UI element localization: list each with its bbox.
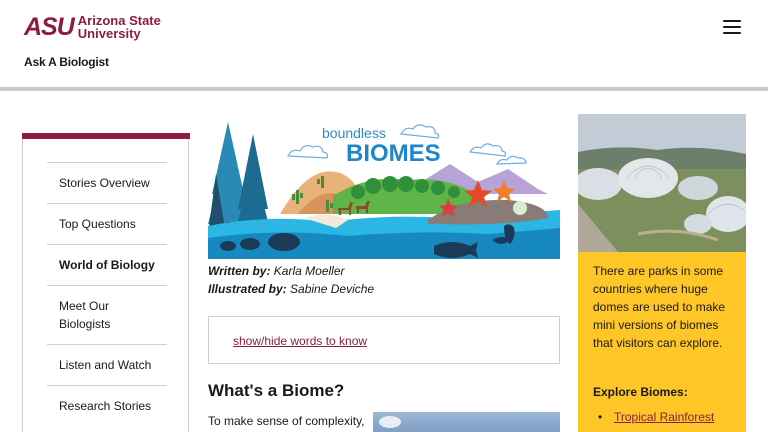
illustrated-by-label: Illustrated by: — [208, 282, 287, 296]
sidebar-item-label: Meet Our Biologists — [59, 299, 111, 331]
sidebar-item-label: World of Biology — [59, 258, 155, 272]
asu-logo[interactable]: ASU Arizona State University — [24, 14, 161, 40]
sidebar-item-listen-and-watch[interactable]: Listen and Watch — [47, 344, 167, 385]
illustrator-name: Sabine Deviche — [290, 282, 375, 296]
sidebar-item-label: Stories Overview — [59, 176, 150, 190]
site-header: ASU Arizona State University Ask A Biolo… — [0, 0, 768, 87]
boundless-biomes-banner: boundless BIOMES — [208, 122, 560, 259]
eden-domes-photo — [578, 114, 746, 252]
logo-mark: ASU — [24, 12, 75, 41]
logo-wordmark: Arizona State University — [78, 14, 161, 40]
intro-paragraph: To make sense of complexity, — [208, 414, 365, 428]
sidebar-item-label: Listen and Watch — [59, 358, 152, 372]
sidebar-item-top-questions[interactable]: Top Questions — [47, 203, 167, 244]
words-to-know-box: show/hide words to know — [208, 316, 560, 364]
sidebar-accent-bar — [22, 133, 190, 139]
site-title[interactable]: Ask A Biologist — [24, 55, 109, 69]
header-divider — [0, 87, 768, 91]
sidebar-item-world-of-biology[interactable]: World of Biology — [47, 244, 167, 285]
hamburger-menu-icon[interactable] — [723, 20, 741, 36]
shell — [513, 201, 527, 215]
sidebar-item-label: Top Questions — [59, 217, 136, 231]
banner-title-small: boundless — [322, 125, 386, 141]
biome-link-tropical-rainforest[interactable]: Tropical Rainforest — [598, 408, 714, 426]
section-heading: What's a Biome? — [208, 381, 345, 400]
logo-line-2: University — [77, 26, 141, 41]
author-name: Karla Moeller — [273, 264, 345, 278]
banner-title-big: BIOMES — [346, 140, 441, 167]
inline-image — [373, 412, 560, 432]
sidebar-nav: Stories Overview Top Questions World of … — [22, 133, 190, 432]
sidebar-item-meet-our-biologists[interactable]: Meet Our Biologists — [47, 285, 167, 344]
sidebar-item-research-stories[interactable]: Research Stories — [47, 385, 167, 426]
aside-text: There are parks in some countries where … — [593, 264, 726, 350]
show-hide-words-link[interactable]: show/hide words to know — [233, 334, 367, 348]
article-credits: Written by: Karla Moeller Illustrated by… — [208, 262, 374, 298]
sidebar-item-label: Research Stories — [59, 399, 152, 413]
written-by-label: Written by: — [208, 264, 271, 278]
biomes-aside: There are parks in some countries where … — [578, 252, 746, 432]
aside-heading: Explore Biomes: — [593, 385, 688, 399]
biome-links: Tropical Rainforest — [598, 408, 714, 426]
sidebar-item-stories-overview[interactable]: Stories Overview — [47, 162, 167, 203]
